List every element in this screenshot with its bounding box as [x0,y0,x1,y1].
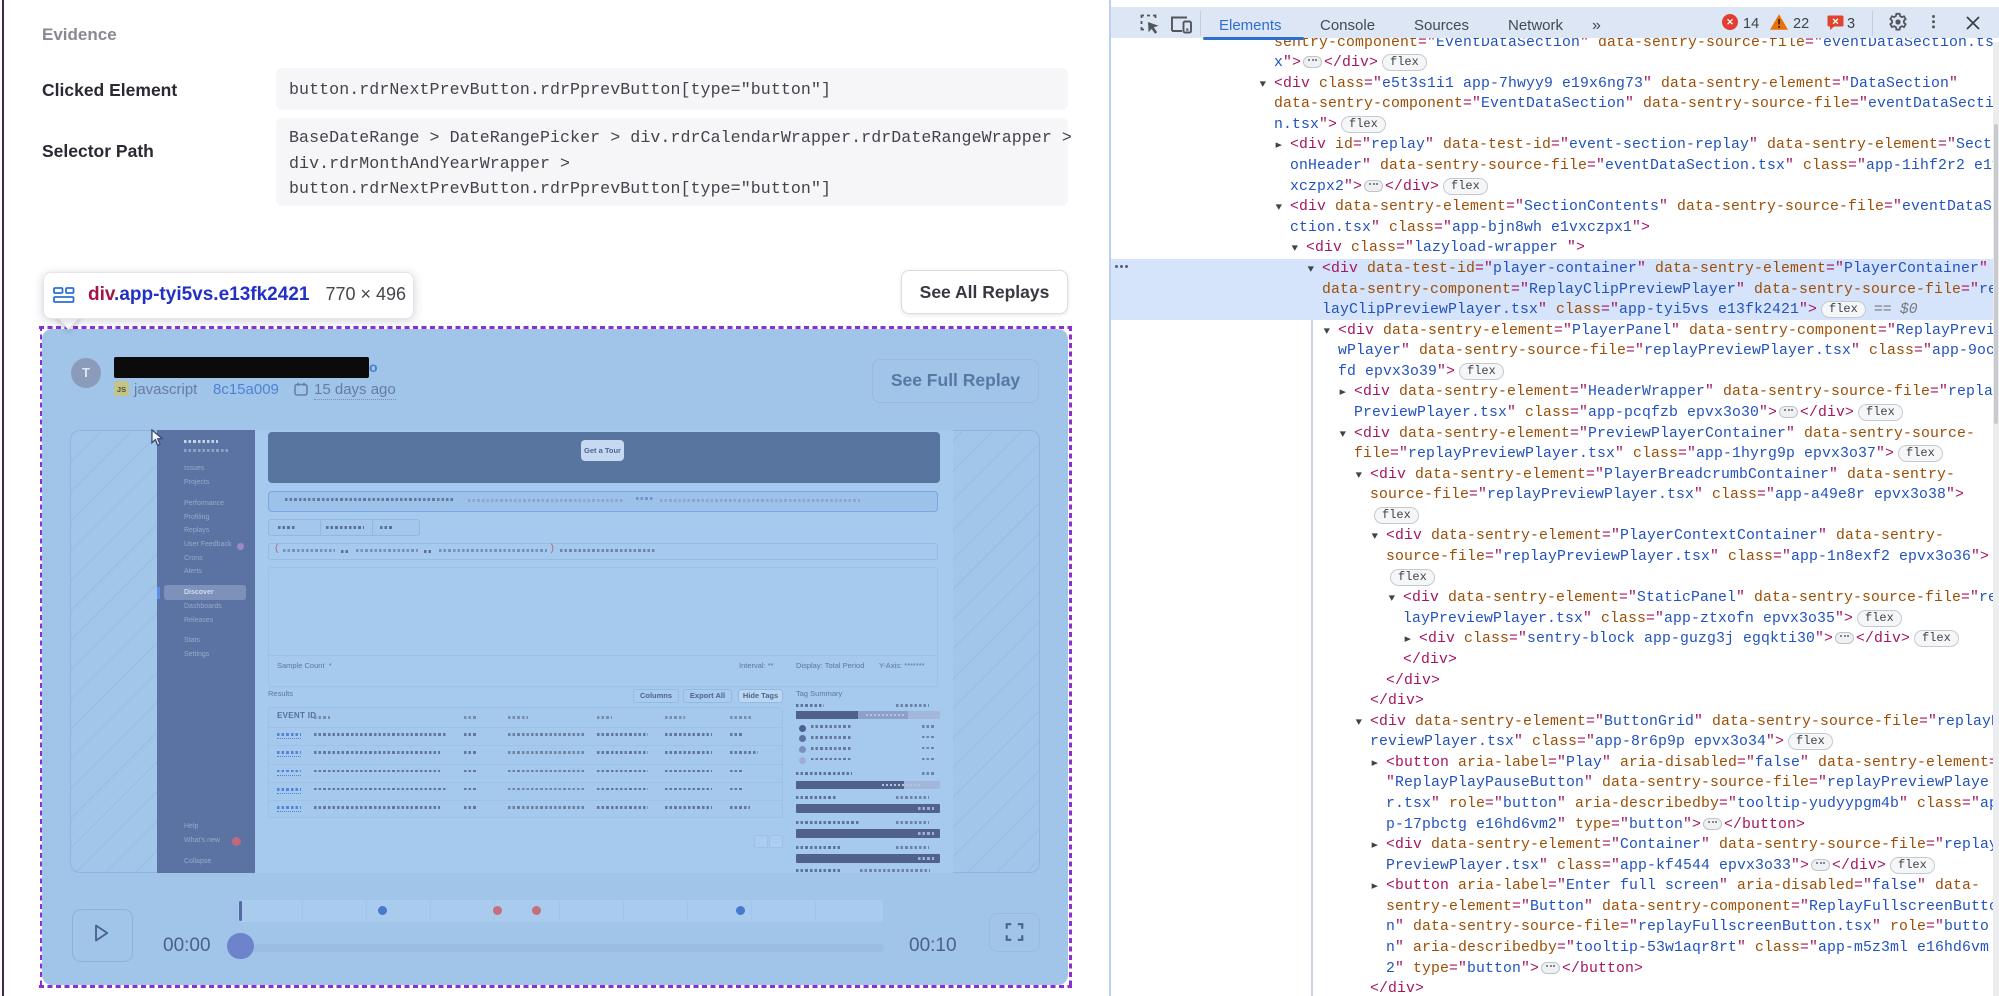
svg-text:✕: ✕ [1832,16,1840,26]
